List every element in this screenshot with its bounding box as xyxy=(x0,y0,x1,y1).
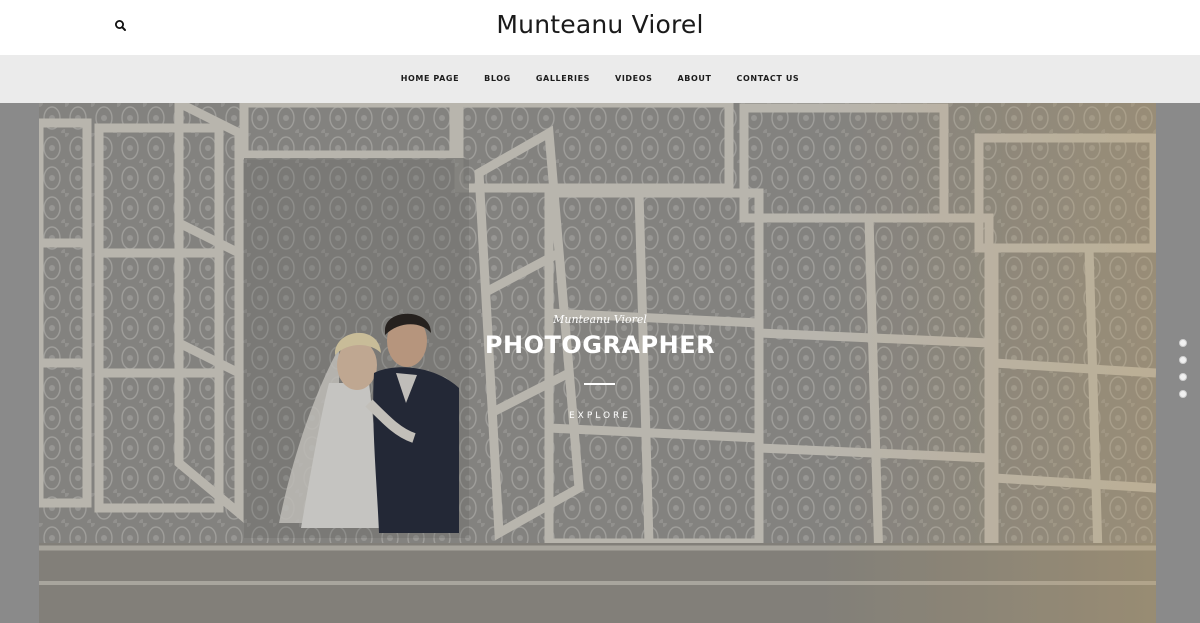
slider-dots xyxy=(1179,339,1189,401)
nav-item-about[interactable]: ABOUT xyxy=(677,55,711,103)
hero-overlay xyxy=(39,103,1156,623)
site-header: Munteanu Viorel xyxy=(0,0,1200,55)
nav-item-galleries[interactable]: GALLERIES xyxy=(536,55,590,103)
nav-item-home-page[interactable]: HOME PAGE xyxy=(401,55,459,103)
hero-image xyxy=(39,103,1156,623)
slider-dot-2[interactable] xyxy=(1179,356,1187,364)
main-nav: HOME PAGE BLOG GALLERIES VIDEOS ABOUT CO… xyxy=(0,55,1200,103)
nav-item-contact-us[interactable]: CONTACT US xyxy=(737,55,800,103)
nav-item-blog[interactable]: BLOG xyxy=(484,55,511,103)
hero-section: Munteanu Viorel PHOTOGRAPHER EXPLORE xyxy=(0,103,1200,623)
explore-button[interactable]: EXPLORE xyxy=(0,411,1200,421)
site-title[interactable]: Munteanu Viorel xyxy=(0,8,1200,42)
slider-dot-3[interactable] xyxy=(1179,373,1187,381)
slider-dot-4[interactable] xyxy=(1179,390,1187,398)
nav-item-videos[interactable]: VIDEOS xyxy=(615,55,652,103)
slider-dot-1[interactable] xyxy=(1179,339,1187,347)
